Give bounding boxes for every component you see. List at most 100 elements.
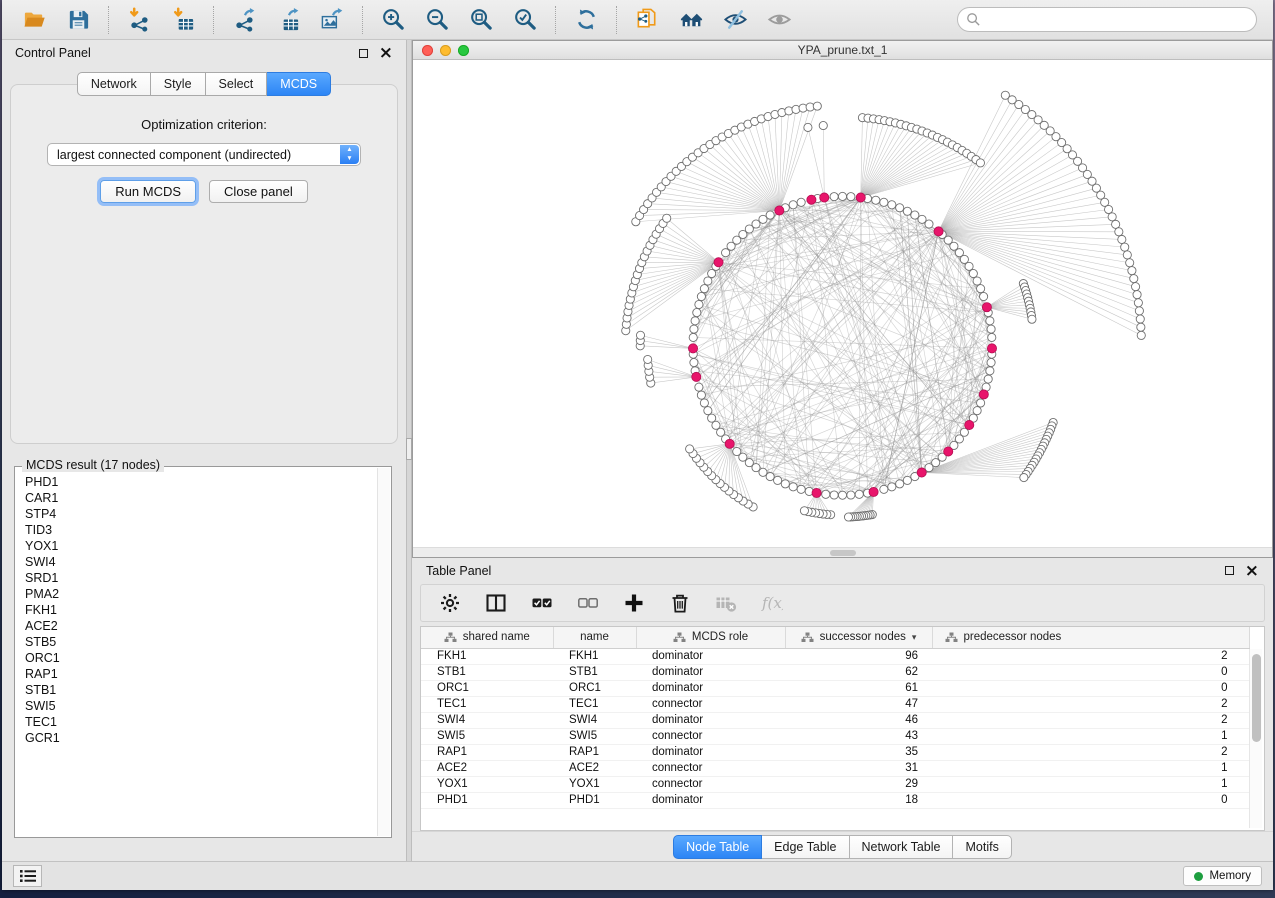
delete-table-icon — [715, 592, 737, 614]
table-row[interactable]: SWI5SWI5connector431 — [421, 728, 1250, 744]
search-container — [957, 7, 1257, 32]
hierarchy-icon — [444, 632, 457, 643]
mcds-result-node[interactable]: SWI5 — [25, 698, 376, 714]
mcds-result-node[interactable]: SRD1 — [25, 570, 376, 586]
maximize-window-icon[interactable] — [458, 45, 469, 56]
export-table-button[interactable] — [272, 4, 304, 36]
table-vertical-scrollbar[interactable] — [1249, 649, 1262, 828]
tab-network[interactable]: Network — [77, 72, 151, 96]
table-row[interactable]: SWI4SWI4dominator462 — [421, 712, 1250, 728]
divider-handle[interactable] — [406, 438, 412, 460]
table-row[interactable]: YOX1YOX1connector291 — [421, 776, 1250, 792]
close-table-panel-icon[interactable]: × — [1245, 565, 1259, 577]
column-header-predecessor-nodes[interactable]: predecessor nodes — [932, 627, 1250, 648]
zoom-out-button[interactable] — [421, 4, 453, 36]
first-neighbors-button[interactable] — [675, 4, 707, 36]
mcds-result-node[interactable]: YOX1 — [25, 538, 376, 554]
cell-shared-name: PHD1 — [421, 792, 553, 808]
column-header-shared-name[interactable]: shared name — [421, 627, 553, 648]
mcds-result-node[interactable]: ORC1 — [25, 650, 376, 666]
tab-motifs[interactable]: Motifs — [953, 835, 1011, 859]
task-history-button[interactable] — [13, 865, 42, 887]
cell-name: ORC1 — [553, 680, 636, 696]
cell-name: SWI5 — [553, 728, 636, 744]
criterion-select[interactable]: largest connected component (undirected)… — [47, 143, 361, 166]
close-panel-button[interactable]: Close panel — [209, 180, 308, 203]
mcds-result-node[interactable]: CAR1 — [25, 490, 376, 506]
import-network-button[interactable] — [123, 4, 155, 36]
cell-predecessor-nodes: 1 — [932, 776, 1250, 792]
memory-status-dot-icon — [1194, 872, 1203, 881]
network-horizontal-scrollbar[interactable] — [413, 547, 1272, 557]
mcds-result-node[interactable]: ACE2 — [25, 618, 376, 634]
float-panel-icon[interactable] — [359, 49, 368, 58]
columns-button[interactable] — [481, 592, 511, 614]
tab-select[interactable]: Select — [206, 72, 268, 96]
trash-button[interactable] — [665, 592, 695, 614]
mcds-result-node[interactable]: RAP1 — [25, 666, 376, 682]
result-scrollbar[interactable] — [377, 468, 390, 836]
mcds-result-node[interactable]: STB5 — [25, 634, 376, 650]
save-session-button[interactable] — [62, 4, 94, 36]
scrollbar-thumb[interactable] — [830, 550, 856, 556]
column-header-successor-nodes[interactable]: successor nodes▾ — [785, 627, 932, 648]
table-row[interactable]: TEC1TEC1connector472 — [421, 696, 1250, 712]
network-graph[interactable] — [413, 60, 1272, 547]
cell-mcds-role: connector — [636, 728, 785, 744]
tab-edge-table[interactable]: Edge Table — [762, 835, 849, 859]
cell-predecessor-nodes: 1 — [932, 760, 1250, 776]
table-row[interactable]: ACE2ACE2connector311 — [421, 760, 1250, 776]
table-row[interactable]: RAP1RAP1dominator352 — [421, 744, 1250, 760]
mcds-result-node[interactable]: TID3 — [25, 522, 376, 538]
export-network-button[interactable] — [228, 4, 260, 36]
close-panel-icon[interactable]: × — [379, 47, 393, 59]
mcds-result-node[interactable]: FKH1 — [25, 602, 376, 618]
tab-network-table[interactable]: Network Table — [850, 835, 954, 859]
main-toolbar — [2, 0, 1273, 40]
cell-shared-name: TEC1 — [421, 696, 553, 712]
mcds-result-node[interactable]: STB1 — [25, 682, 376, 698]
add-row-button[interactable] — [619, 592, 649, 614]
select-all-button[interactable] — [527, 592, 557, 614]
scrollbar-thumb[interactable] — [1252, 654, 1261, 742]
tab-style[interactable]: Style — [151, 72, 206, 96]
new-network-from-selection-button[interactable] — [631, 4, 663, 36]
cell-shared-name: SWI5 — [421, 728, 553, 744]
deselect-all-button[interactable] — [573, 592, 603, 614]
zoom-out-icon — [425, 7, 450, 32]
panel-split-divider[interactable] — [406, 40, 412, 861]
float-table-panel-icon[interactable] — [1225, 566, 1234, 575]
table-row[interactable]: STB1STB1dominator620 — [421, 664, 1250, 680]
memory-button[interactable]: Memory — [1183, 866, 1262, 886]
network-canvas[interactable] — [413, 60, 1272, 547]
apply-layout-button[interactable] — [570, 4, 602, 36]
mcds-result-node[interactable]: TEC1 — [25, 714, 376, 730]
zoom-fit-button[interactable] — [465, 4, 497, 36]
table-row[interactable]: ORC1ORC1dominator610 — [421, 680, 1250, 696]
table-row[interactable]: FKH1FKH1dominator962 — [421, 648, 1250, 664]
mcds-result-node[interactable]: PMA2 — [25, 586, 376, 602]
column-header-MCDS-role[interactable]: MCDS role — [636, 627, 785, 648]
mcds-result-node[interactable]: STP4 — [25, 506, 376, 522]
export-image-button[interactable] — [316, 4, 348, 36]
gear-button[interactable] — [435, 592, 465, 614]
hide-selected-button[interactable] — [719, 4, 751, 36]
open-file-button[interactable] — [18, 4, 50, 36]
close-window-icon[interactable] — [422, 45, 433, 56]
zoom-in-button[interactable] — [377, 4, 409, 36]
minimize-window-icon[interactable] — [440, 45, 451, 56]
toolbar-icon-groups — [12, 4, 801, 36]
search-input[interactable] — [957, 7, 1257, 32]
mcds-result-node[interactable]: GCR1 — [25, 730, 376, 746]
tab-mcds[interactable]: MCDS — [267, 72, 331, 96]
add-row-icon — [623, 592, 645, 614]
table-row[interactable]: PHD1PHD1dominator180 — [421, 792, 1250, 808]
column-header-name[interactable]: name — [553, 627, 636, 648]
import-table-button[interactable] — [167, 4, 199, 36]
mcds-result-node[interactable]: PHD1 — [25, 474, 376, 490]
mcds-result-node[interactable]: SWI4 — [25, 554, 376, 570]
tab-node-table[interactable]: Node Table — [673, 835, 762, 859]
show-all-button[interactable] — [763, 4, 795, 36]
zoom-selected-button[interactable] — [509, 4, 541, 36]
run-mcds-button[interactable]: Run MCDS — [100, 180, 196, 203]
